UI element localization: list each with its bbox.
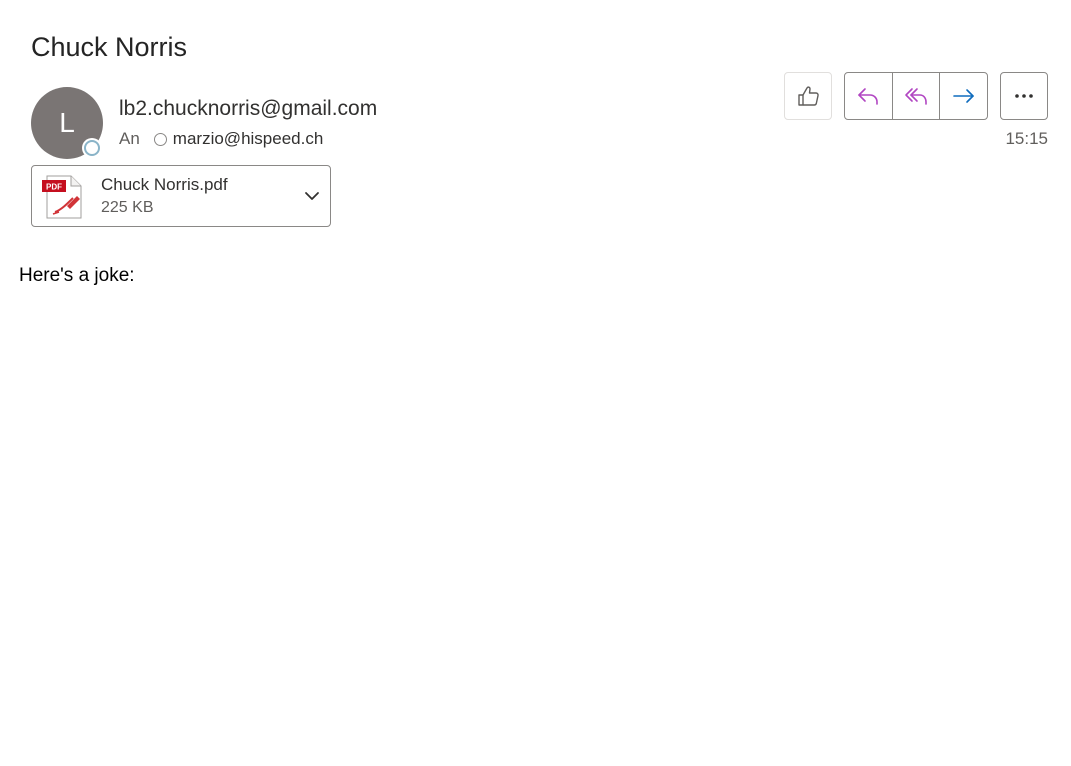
attachment-card[interactable]: PDF Chuck Norris.pdf 225 KB <box>31 165 331 227</box>
reply-all-icon <box>905 88 927 105</box>
received-time: 15:15 <box>1005 129 1048 148</box>
message-body: Here's a joke: <box>19 265 135 286</box>
forward-icon <box>952 89 974 103</box>
recipient-address[interactable]: marzio@hispeed.ch <box>173 128 324 150</box>
avatar-initial: L <box>59 107 75 138</box>
attachment-size: 225 KB <box>101 199 154 216</box>
pdf-file-icon: PDF <box>42 175 82 219</box>
thumbs-up-icon <box>798 86 819 106</box>
sender-email[interactable]: lb2.chucknorris@gmail.com <box>119 96 377 122</box>
to-label: An <box>119 129 140 148</box>
more-icon <box>1015 94 1033 98</box>
recipient-presence-icon <box>153 132 167 146</box>
reply-icon <box>858 88 879 105</box>
more-actions-button[interactable] <box>1000 72 1048 120</box>
reply-all-button[interactable] <box>893 73 941 119</box>
chevron-down-icon[interactable] <box>304 190 320 202</box>
recipients-row: An marzio@hispeed.ch <box>119 128 323 150</box>
reply-button-group <box>844 72 988 120</box>
reading-pane: Chuck Norris L lb2.chucknorris@gmail.com… <box>0 0 1071 766</box>
message-subject: Chuck Norris <box>31 32 188 62</box>
forward-button[interactable] <box>940 73 987 119</box>
reply-button[interactable] <box>845 73 893 119</box>
presence-status-icon <box>84 140 100 156</box>
svg-text:PDF: PDF <box>46 183 62 192</box>
attachment-name: Chuck Norris.pdf <box>101 175 228 194</box>
like-button[interactable] <box>784 72 832 120</box>
